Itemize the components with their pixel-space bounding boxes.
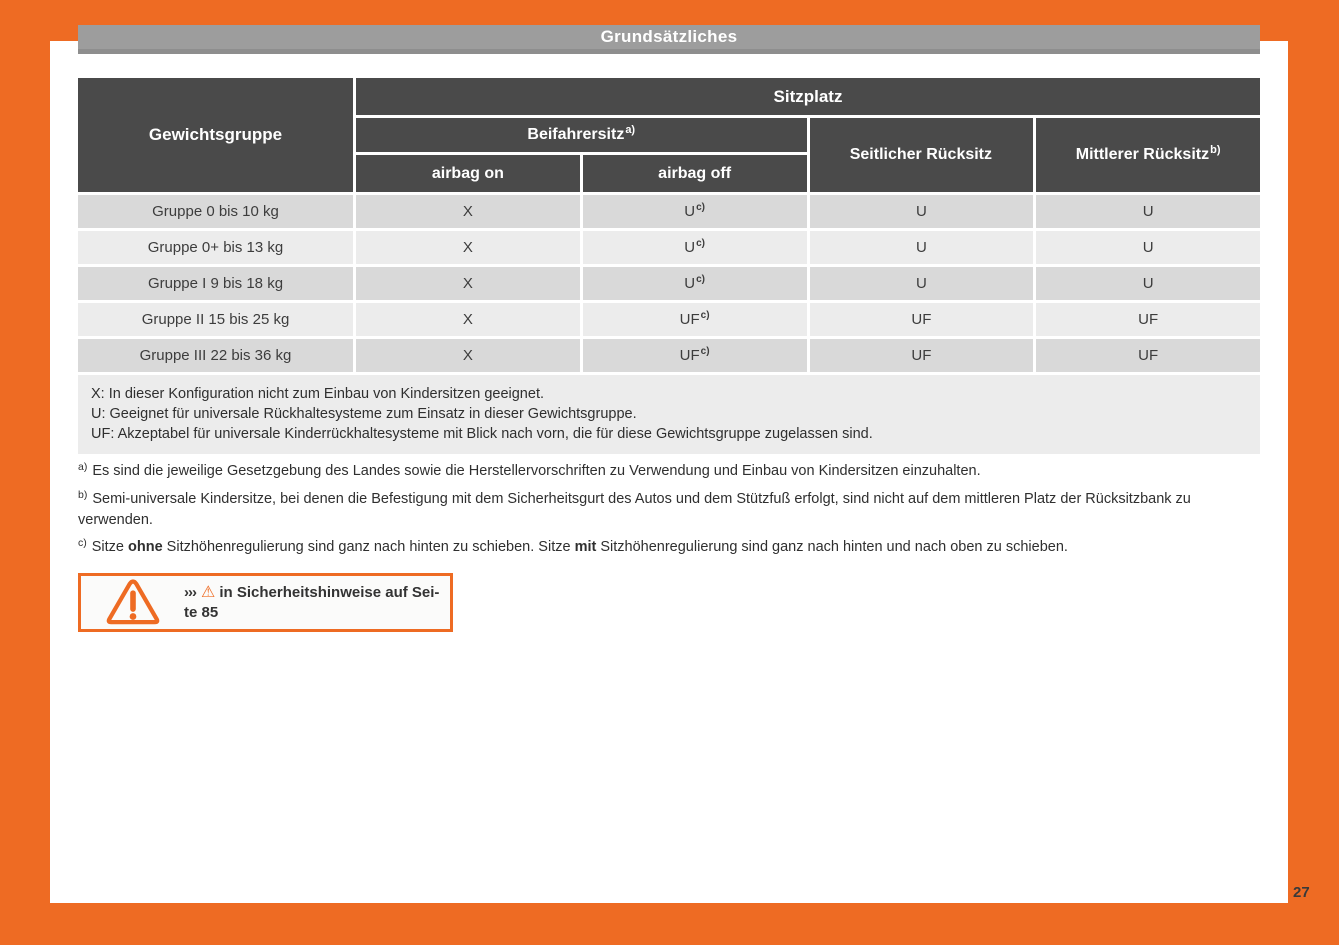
row-label: Gruppe 0 bis 10 kg xyxy=(78,195,353,228)
cell-middle-rear: U xyxy=(1036,231,1260,264)
cell-middle-rear: U xyxy=(1036,195,1260,228)
column-header-seat-position: Sitzplatz xyxy=(356,78,1260,115)
legend-line-uf: UF: Akzeptabel für universale Kinderrück… xyxy=(91,424,1247,444)
cell-airbag-on: X xyxy=(356,339,580,372)
manual-page-canvas: Grundsätzliches Gewichtsgruppe Sitzplatz… xyxy=(0,0,1339,945)
row-label: Gruppe I 9 bis 18 kg xyxy=(78,267,353,300)
section-title-bar: Grundsätzliches xyxy=(78,25,1260,54)
cell-airbag-off: Uc) xyxy=(583,231,807,264)
column-header-airbag-off: airbag off xyxy=(583,155,807,192)
row-label: Gruppe II 15 bis 25 kg xyxy=(78,303,353,336)
cell-airbag-off: Uc) xyxy=(583,195,807,228)
cell-side-rear: UF xyxy=(810,303,1034,336)
footnote-ref-a: a) xyxy=(625,124,635,136)
cell-side-rear: UF xyxy=(810,339,1034,372)
column-header-middle-rear-seat: Mittlerer Rücksitzb) xyxy=(1036,118,1260,192)
footnote-ref-c: c) xyxy=(696,238,705,249)
footnotes-section: a)Es sind die jeweilige Gesetzgebung des… xyxy=(78,461,1264,565)
footnote-ref-b: b) xyxy=(1210,144,1220,156)
cell-airbag-on: X xyxy=(356,231,580,264)
child-seat-table: Gewichtsgruppe Sitzplatz Beifahrersitza)… xyxy=(78,78,1260,454)
footnote-a: a)Es sind die jeweilige Gesetzgebung des… xyxy=(78,461,1264,482)
footnote-marker-b: b) xyxy=(78,489,87,501)
cell-side-rear: U xyxy=(810,231,1034,264)
cell-airbag-off: Uc) xyxy=(583,267,807,300)
cell-airbag-off: UFc) xyxy=(583,339,807,372)
warning-triangle-icon xyxy=(81,578,184,627)
column-header-side-rear-seat: Seitlicher Rücksitz xyxy=(810,118,1034,192)
footnote-c: c)Sitze ohne Sitzhöhenregulierung sind g… xyxy=(78,537,1264,558)
cell-side-rear: U xyxy=(810,195,1034,228)
footnote-ref-c: c) xyxy=(696,274,705,285)
column-header-airbag-on: airbag on xyxy=(356,155,580,192)
cell-airbag-off: UFc) xyxy=(583,303,807,336)
warning-triangle-small-icon: ⚠ xyxy=(201,584,215,601)
footnote-ref-c: c) xyxy=(701,310,710,321)
cell-airbag-on: X xyxy=(356,303,580,336)
legend-line-x: X: In dieser Konfiguration nicht zum Ein… xyxy=(91,384,1247,404)
warning-text: ›››⚠in Sicherheitshinweise auf Sei- te 8… xyxy=(184,583,445,623)
table-legend: X: In dieser Konfiguration nicht zum Ein… xyxy=(78,375,1260,454)
cell-middle-rear: UF xyxy=(1036,339,1260,372)
cell-middle-rear: U xyxy=(1036,267,1260,300)
column-header-front-passenger-seat: Beifahrersitza) xyxy=(356,118,807,152)
section-title: Grundsätzliches xyxy=(601,27,738,47)
footnote-ref-c: c) xyxy=(696,202,705,213)
footnote-b: b)Semi-universale Kindersitze, bei denen… xyxy=(78,489,1264,530)
footnote-marker-c: c) xyxy=(78,537,87,549)
cell-airbag-on: X xyxy=(356,267,580,300)
cell-airbag-on: X xyxy=(356,195,580,228)
footnote-ref-c: c) xyxy=(701,346,710,357)
column-header-weight-group: Gewichtsgruppe xyxy=(78,78,353,192)
legend-line-u: U: Geeignet für universale Rückhaltesyst… xyxy=(91,404,1247,424)
safety-warning-box: ›››⚠in Sicherheitshinweise auf Sei- te 8… xyxy=(78,573,453,632)
page-number: 27 xyxy=(1293,884,1310,901)
footnote-marker-a: a) xyxy=(78,461,87,473)
cell-side-rear: U xyxy=(810,267,1034,300)
cross-reference-arrows: ››› xyxy=(184,584,196,601)
row-label: Gruppe III 22 bis 36 kg xyxy=(78,339,353,372)
cell-middle-rear: UF xyxy=(1036,303,1260,336)
row-label: Gruppe 0+ bis 13 kg xyxy=(78,231,353,264)
